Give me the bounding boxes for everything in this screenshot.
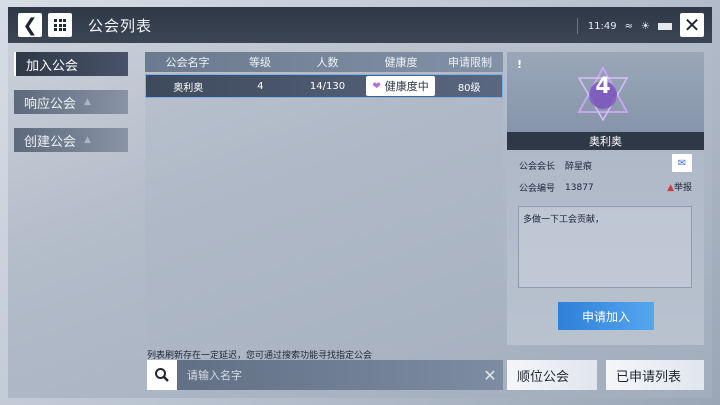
chat-icon[interactable]: ✉ <box>672 154 692 172</box>
apply-join-button[interactable]: 申请加入 <box>558 302 654 330</box>
report-text: 举报 <box>673 183 692 193</box>
cell-level: 4 <box>257 80 264 92</box>
col-members: 人数 <box>316 56 339 69</box>
cell-members: 14/130 <box>309 80 346 92</box>
tab-create-guild[interactable]: 创建公会 ▲ <box>14 128 128 152</box>
clock: 11:49 <box>587 20 617 32</box>
search-input[interactable] <box>177 360 477 390</box>
report-link[interactable]: ▲举报 <box>667 180 692 193</box>
tab-label: 创建公会 <box>24 134 77 150</box>
page-title: 公会列表 <box>88 17 153 35</box>
tab-join-guild[interactable]: 加入公会 <box>14 52 128 76</box>
grid-icon[interactable] <box>48 13 72 37</box>
top-bar: ❮ 公会列表 11:49 ≈ ☀ ✕ <box>8 7 712 43</box>
col-level: 等级 <box>249 56 271 69</box>
clear-icon[interactable]: ✕ <box>477 366 503 385</box>
leader-name: 醉星痕 <box>565 162 593 172</box>
cell-name: 奥利奥 <box>173 82 204 94</box>
warning-icon: ▲ <box>667 183 674 193</box>
guild-table: 公会名字 等级 人数 健康度 申请限制 奥利奥 4 14/130 ❤ 健康度中 … <box>145 52 503 345</box>
back-arrow-icon[interactable]: ❮ <box>18 13 42 37</box>
status-area: 11:49 ≈ ☀ <box>576 18 672 34</box>
guild-level-number: 4 <box>595 74 611 99</box>
guild-detail-panel: ! 4 奥利奥 公会会长 醉星痕 ✉ 公会编号 13877 ▲举报 多做一下工会… <box>507 52 704 345</box>
health-badge: ❤ 健康度中 <box>366 76 435 96</box>
guild-name: 奥利奥 <box>507 132 704 150</box>
table-row[interactable]: 奥利奥 4 14/130 ❤ 健康度中 80级 <box>145 74 503 98</box>
sun-icon: ☀ <box>641 20 650 32</box>
search-bar: ✕ <box>147 360 503 390</box>
id-label: 公会编号 <box>519 184 556 194</box>
triangle-icon: ▲ <box>84 135 91 145</box>
leader-label: 公会会长 <box>519 162 556 172</box>
cell-limit: 80级 <box>457 82 481 94</box>
tab-label: 加入公会 <box>26 58 79 74</box>
close-icon[interactable]: ✕ <box>680 13 704 37</box>
ranked-guilds-button[interactable]: 顺位公会 <box>507 360 597 390</box>
heart-icon: ❤ <box>372 80 381 92</box>
col-name: 公会名字 <box>165 56 210 69</box>
col-health: 健康度 <box>384 56 418 69</box>
cell-health: ❤ 健康度中 <box>365 75 437 97</box>
table-header: 公会名字 等级 人数 健康度 申请限制 <box>145 52 503 72</box>
guild-emblem-icon: 4 <box>573 64 633 124</box>
panel-header: ! 4 <box>507 52 704 132</box>
guild-motto: 多做一下工会贡献， <box>518 206 692 288</box>
applied-list-button[interactable]: 已申请列表 <box>606 360 704 390</box>
battery-icon <box>658 22 672 30</box>
health-text: 健康度中 <box>384 80 429 93</box>
search-icon[interactable] <box>147 360 177 390</box>
info-icon[interactable]: ! <box>517 58 522 71</box>
col-limit: 申请限制 <box>448 56 492 69</box>
wifi-icon: ≈ <box>624 20 634 32</box>
tab-label: 响应公会 <box>24 96 77 112</box>
id-row: 公会编号 13877 <box>519 181 594 195</box>
guild-id: 13877 <box>565 182 594 193</box>
tab-respond-guild[interactable]: 响应公会 ▲ <box>14 90 128 114</box>
leader-row: 公会会长 醉星痕 <box>519 159 592 172</box>
triangle-icon: ▲ <box>84 97 91 107</box>
